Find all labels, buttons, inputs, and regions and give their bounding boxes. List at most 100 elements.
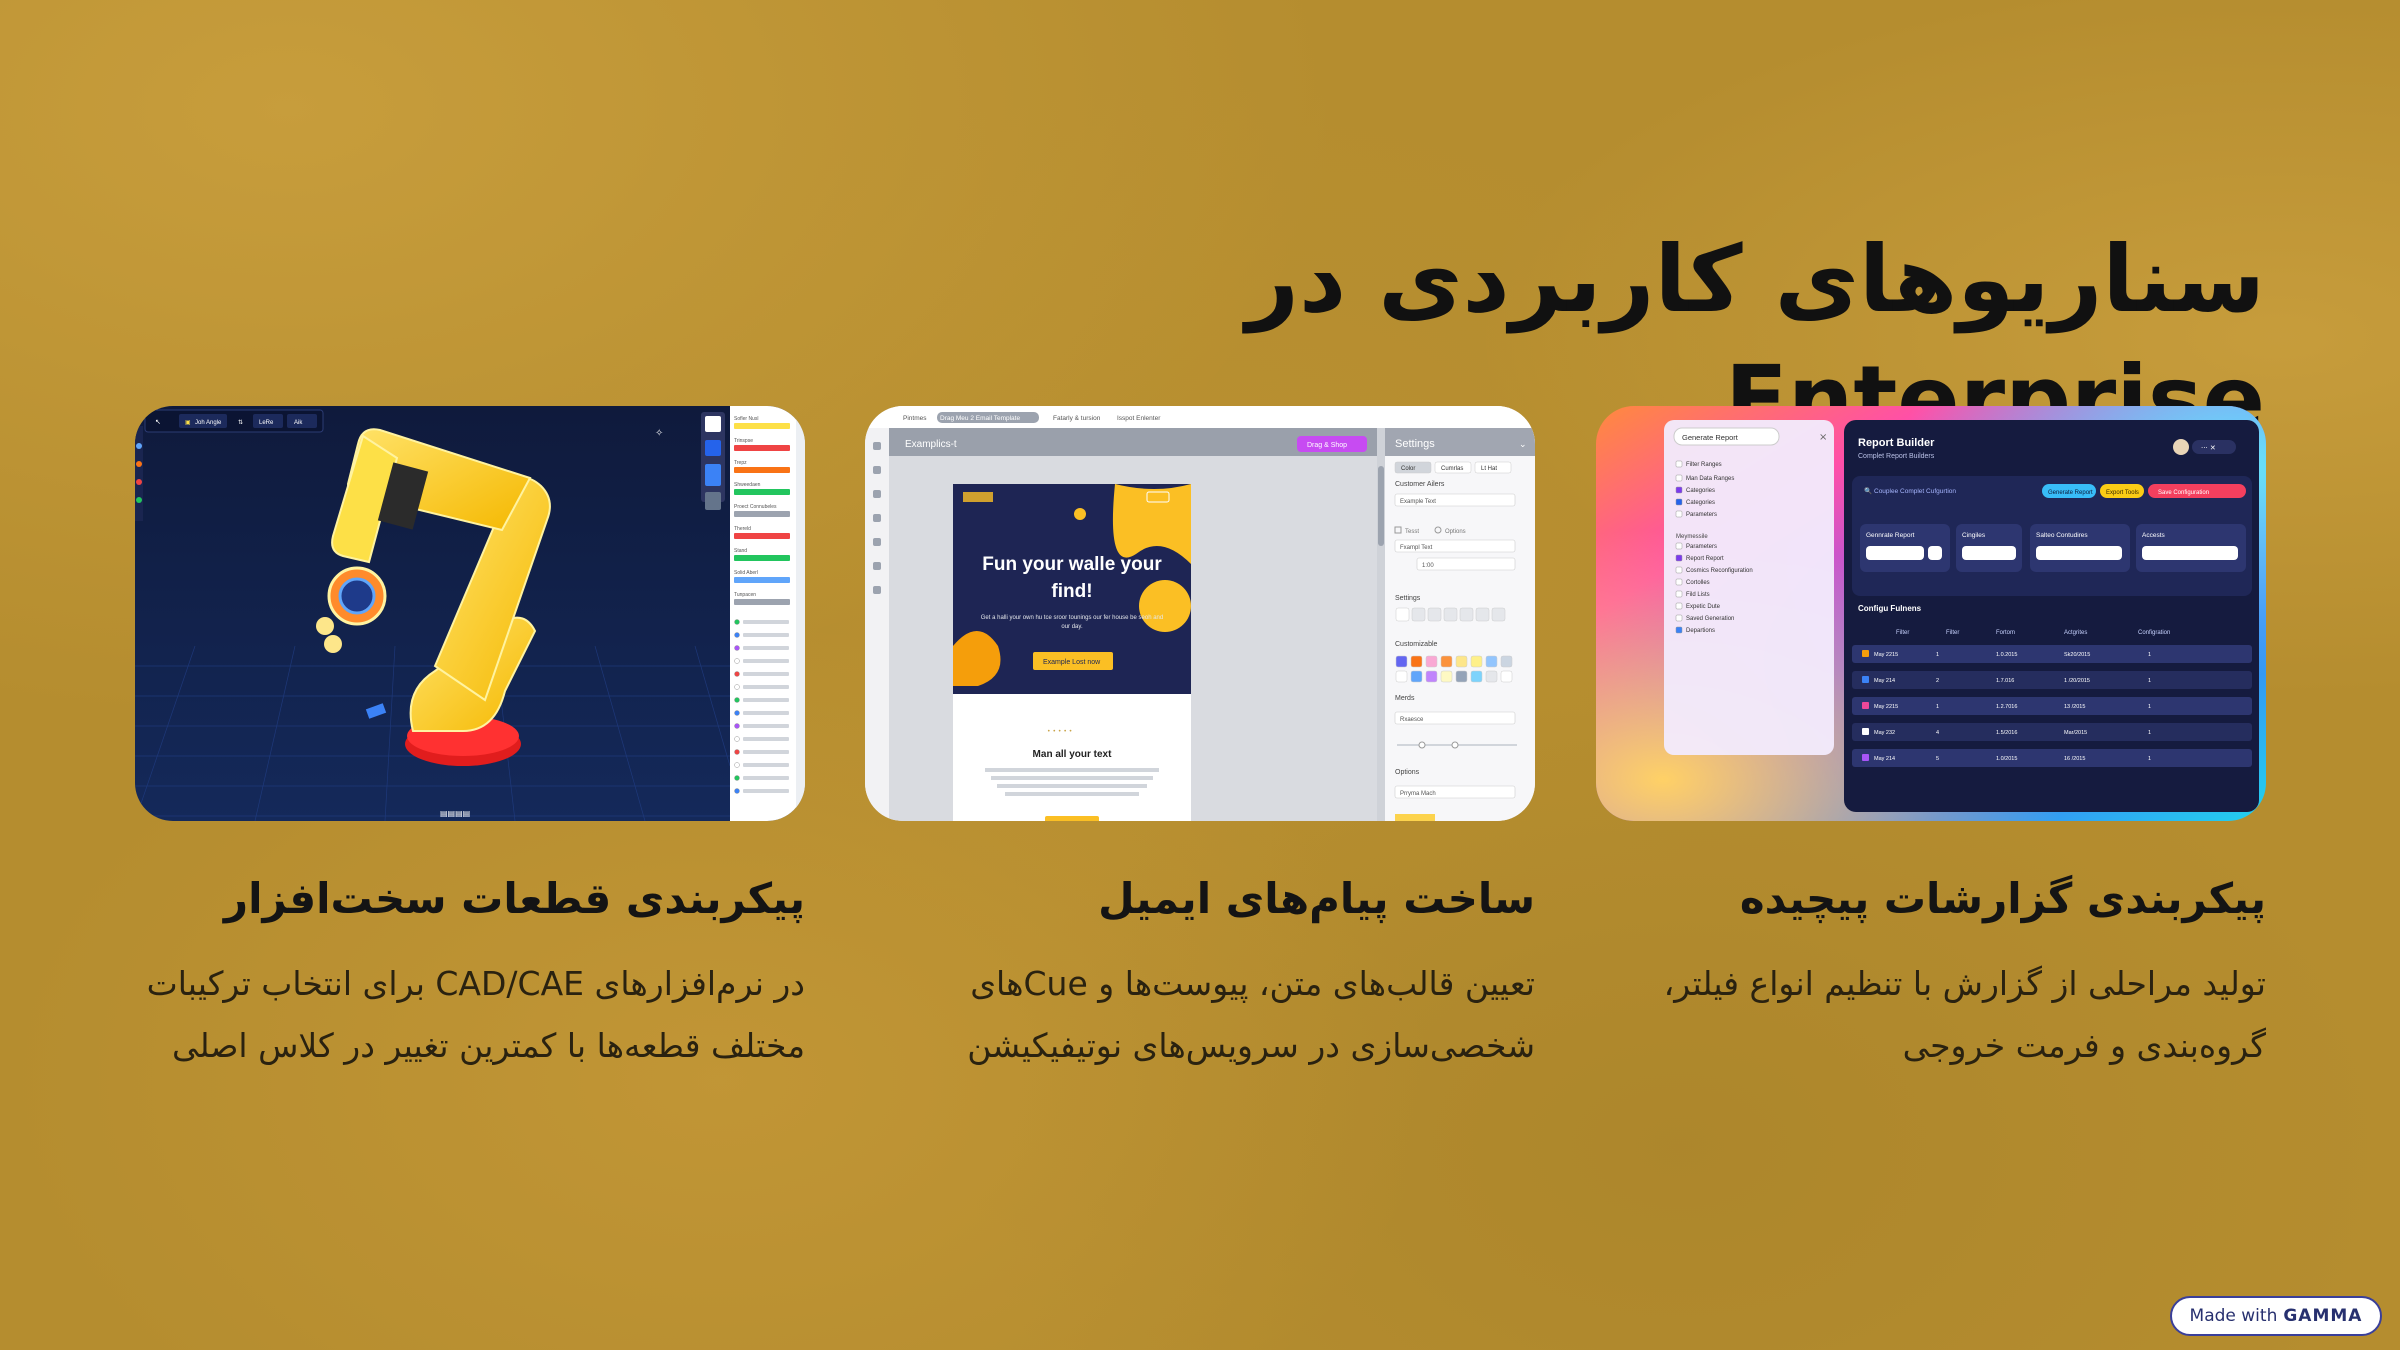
color-swatch[interactable] [1470,670,1483,683]
menu-item[interactable]: Departions [1686,628,1715,634]
close-icon[interactable]: × [1819,432,1827,443]
color-swatch[interactable] [1425,655,1438,668]
property-row[interactable] [743,672,789,676]
shape-icon[interactable] [873,466,881,474]
table-row[interactable] [1852,645,2252,663]
folder-icon[interactable]: ▣ [185,419,191,426]
user-icon[interactable] [873,586,881,594]
property-value-bar[interactable] [734,467,790,473]
menu-item[interactable]: Saved Generation [1686,616,1734,622]
column-header[interactable]: Actgrites [2064,630,2087,636]
menu-item[interactable]: Cosmics Reconfiguration [1686,568,1753,574]
menu-checkbox[interactable] [1675,498,1683,506]
layout-icon[interactable] [873,442,881,450]
menu-checkbox[interactable] [1675,626,1683,634]
menu-item[interactable]: Man Data Ranges [1686,476,1734,482]
table-row[interactable] [1852,749,2252,767]
paint-icon[interactable] [136,461,142,467]
property-radio[interactable] [734,749,740,755]
play-icon[interactable] [136,497,142,503]
property-value-bar[interactable] [734,511,790,517]
transform-icon[interactable]: ⇅ [238,419,243,426]
color-swatch[interactable] [1395,655,1408,668]
stop-icon[interactable] [136,479,142,485]
format-tool-button[interactable] [1475,607,1490,622]
menu-checkbox[interactable] [1675,460,1683,468]
menu-item[interactable]: Report Report [1686,556,1724,562]
format-tool-button[interactable] [1459,607,1474,622]
property-value-bar[interactable] [734,533,790,539]
tab[interactable]: Pintmes [903,415,927,422]
property-row[interactable] [743,633,789,637]
color-swatch[interactable] [1500,670,1513,683]
property-row[interactable] [743,685,789,689]
tool-icon[interactable] [705,464,721,486]
image-icon[interactable] [873,514,881,522]
menu-checkbox[interactable] [1675,510,1683,518]
menu-item[interactable]: Filter Ranges [1686,462,1722,468]
column-header[interactable]: Filter [1896,630,1909,636]
more-icon[interactable]: ··· ✕ [2201,444,2216,452]
property-radio[interactable] [734,645,740,651]
property-radio[interactable] [734,658,740,664]
clock-icon[interactable] [873,562,881,570]
tab[interactable]: Isspot Enlenter [1117,415,1161,422]
property-radio[interactable] [734,736,740,742]
edit-icon[interactable] [705,440,721,456]
toolbar-lere[interactable]: LeRe [259,420,274,426]
property-radio[interactable] [734,775,740,781]
table-row[interactable] [1852,671,2252,689]
menu-checkbox[interactable] [1675,614,1683,622]
toolbar-aik[interactable]: Aik [294,420,303,426]
generate-report-menu-button[interactable]: Generate Report [1682,433,1739,442]
slider-handle[interactable] [1451,741,1459,749]
property-row[interactable] [743,789,789,793]
property-radio[interactable] [734,710,740,716]
property-value-bar[interactable] [734,555,790,561]
property-radio[interactable] [734,632,740,638]
table-row[interactable] [1852,697,2252,715]
tab[interactable]: Fatarly & tursion [1053,415,1101,422]
property-value-bar[interactable] [734,599,790,605]
menu-checkbox[interactable] [1675,602,1683,610]
menu-item[interactable]: Fild Lists [1686,592,1710,598]
property-radio[interactable] [734,762,740,768]
menu-checkbox[interactable] [1675,474,1683,482]
column-header[interactable]: Configration [2138,630,2170,636]
format-tool-button[interactable] [1491,607,1506,622]
color-swatch[interactable] [1395,670,1408,683]
made-with-gamma-badge[interactable]: Made with GAMMA [2170,1296,2382,1336]
avatar[interactable] [2173,439,2189,455]
menu-checkbox[interactable] [1675,486,1683,494]
property-radio[interactable] [734,788,740,794]
property-row[interactable] [743,724,789,728]
property-row[interactable] [743,763,789,767]
color-swatch[interactable] [1500,655,1513,668]
format-tool-button[interactable] [1427,607,1442,622]
home-icon[interactable] [873,490,881,498]
table-row[interactable] [1852,723,2252,741]
menu-checkbox[interactable] [1675,542,1683,550]
column-header[interactable]: Filter [1946,630,1959,636]
property-radio[interactable] [734,684,740,690]
toolbar-joint-angle[interactable]: Joh Angle [195,420,222,426]
color-swatch[interactable] [1455,670,1468,683]
scene-icon[interactable] [705,416,721,432]
slider-handle[interactable] [1418,741,1426,749]
column-header[interactable]: Fortom [1996,630,2015,636]
menu-item[interactable]: Categories [1686,488,1715,494]
menu-item[interactable]: Parameters [1686,512,1717,518]
property-row[interactable] [743,698,789,702]
axis-gizmo-icon[interactable]: ✧ [655,428,663,439]
property-row[interactable] [743,737,789,741]
property-radio[interactable] [734,671,740,677]
color-swatch[interactable] [1425,670,1438,683]
color-swatch[interactable] [1485,670,1498,683]
color-swatch[interactable] [1455,655,1468,668]
tab[interactable]: Drag Meu 2 Email Template [940,415,1020,422]
menu-item[interactable]: Parameters [1686,544,1717,550]
back-arrow-icon[interactable] [705,492,721,510]
color-swatch[interactable] [1410,670,1423,683]
menu-item[interactable]: Cortolles [1686,580,1710,586]
select-tool-icon[interactable]: ↖ [155,418,161,426]
